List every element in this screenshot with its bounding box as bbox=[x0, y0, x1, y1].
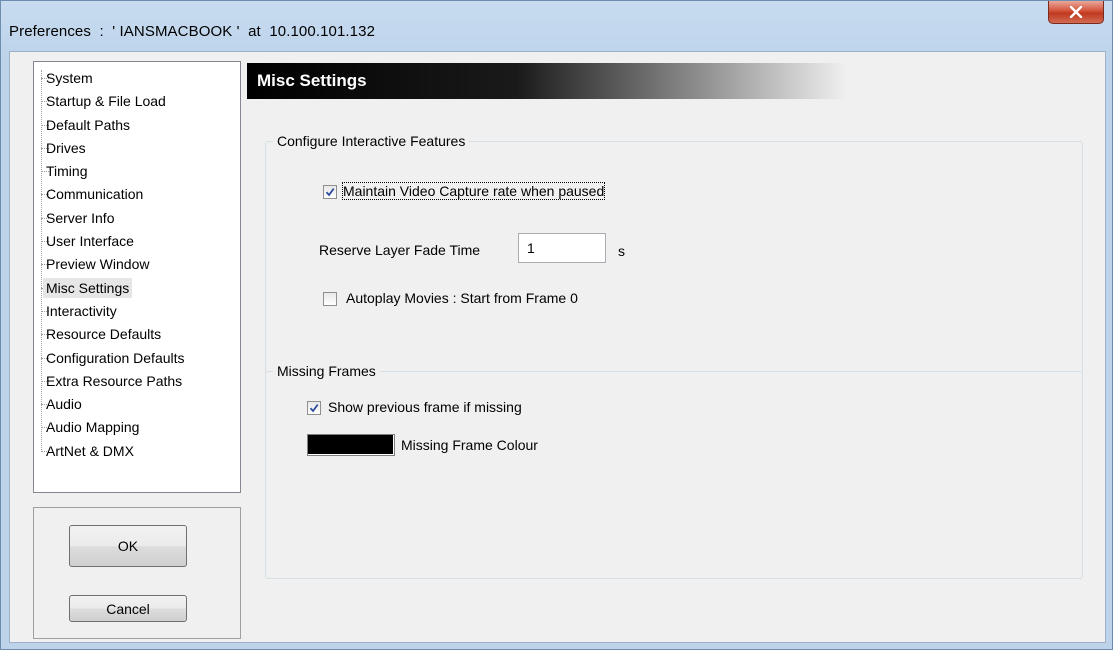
maintain-capture-label[interactable]: Maintain Video Capture rate when paused bbox=[341, 182, 606, 200]
ok-button[interactable]: OK bbox=[69, 525, 187, 567]
interactive-features-group-label: Configure Interactive Features bbox=[273, 133, 470, 149]
tree-item-label: User Interface bbox=[46, 233, 134, 250]
tree-item-communication[interactable]: Communication bbox=[34, 184, 143, 207]
tree-item-user-interface[interactable]: User Interface bbox=[34, 231, 134, 254]
tree-item-label: Drives bbox=[46, 139, 86, 156]
tree-item-server-info[interactable]: Server Info bbox=[34, 208, 114, 231]
fade-time-label: Reserve Layer Fade Time bbox=[319, 242, 481, 258]
tree-item-preview-window[interactable]: Preview Window bbox=[34, 254, 149, 277]
missing-frames-group-label: Missing Frames bbox=[273, 363, 380, 379]
missing-frame-colour-swatch[interactable] bbox=[307, 434, 395, 456]
title-bar[interactable]: Preferences : ' IANSMACBOOK ' at 10.100.… bbox=[1, 1, 1112, 49]
tree-item-misc-settings[interactable]: Misc Settings bbox=[34, 277, 133, 301]
tree-item-resource-defaults[interactable]: Resource Defaults bbox=[34, 324, 161, 347]
tree-item-label: Extra Resource Paths bbox=[46, 372, 183, 389]
autoplay-checkbox[interactable] bbox=[323, 292, 337, 306]
tree-item-label: Timing bbox=[46, 163, 88, 180]
autoplay-label[interactable]: Autoplay Movies : Start from Frame 0 bbox=[346, 290, 578, 306]
tree-item-label: System bbox=[46, 70, 93, 86]
cancel-button[interactable]: Cancel bbox=[69, 595, 187, 622]
tree-item-label: Resource Defaults bbox=[46, 326, 162, 343]
preferences-window: Preferences : ' IANSMACBOOK ' at 10.100.… bbox=[0, 0, 1113, 650]
preferences-tree[interactable]: System Startup & File Load Default Paths Dr… bbox=[33, 61, 241, 493]
show-previous-label[interactable]: Show previous frame if missing bbox=[328, 399, 522, 415]
tree-item-label: Default Paths bbox=[46, 116, 131, 133]
page-title: Misc Settings bbox=[247, 63, 847, 99]
tree-item-label: Audio Mapping bbox=[46, 419, 140, 436]
fade-time-input[interactable] bbox=[518, 233, 606, 263]
checkmark-icon bbox=[309, 404, 319, 413]
tree-item-default-paths[interactable]: Default Paths bbox=[34, 115, 130, 138]
tree-item-timing[interactable]: Timing bbox=[34, 161, 88, 184]
tree-item-system[interactable]: System bbox=[34, 68, 93, 91]
tree-item-audio[interactable]: Audio bbox=[34, 394, 82, 417]
tree-item-interactivity[interactable]: Interactivity bbox=[34, 301, 117, 324]
tree-item-label: Communication bbox=[46, 186, 144, 203]
tree-item-drives[interactable]: Drives bbox=[34, 138, 86, 161]
tree-item-audio-mapping[interactable]: Audio Mapping bbox=[34, 417, 139, 440]
tree-list: System Startup & File Load Default Paths Dr… bbox=[34, 68, 185, 464]
tree-item-label: Startup & File Load bbox=[46, 93, 166, 110]
tree-item-startup-file-load[interactable]: Startup & File Load bbox=[34, 91, 166, 114]
show-previous-checkbox[interactable] bbox=[307, 401, 321, 415]
window-title: Preferences : ' IANSMACBOOK ' at 10.100.… bbox=[9, 23, 376, 40]
tree-item-label: Audio bbox=[46, 396, 82, 413]
tree-item-label: Preview Window bbox=[46, 256, 150, 273]
tree-item-configuration-defaults[interactable]: Configuration Defaults bbox=[34, 348, 185, 371]
missing-frame-colour-label: Missing Frame Colour bbox=[401, 437, 538, 453]
tree-item-extra-resource-paths[interactable]: Extra Resource Paths bbox=[34, 371, 182, 394]
tree-item-label: Configuration Defaults bbox=[46, 349, 185, 366]
tree-item-label: Interactivity bbox=[46, 302, 117, 319]
maintain-capture-checkbox[interactable] bbox=[323, 185, 337, 199]
tree-item-label: Misc Settings bbox=[43, 277, 133, 298]
tree-item-label: ArtNet & DMX bbox=[46, 442, 134, 459]
fade-time-unit: s bbox=[618, 243, 625, 259]
close-icon bbox=[1069, 6, 1083, 18]
checkmark-icon bbox=[325, 188, 335, 197]
tree-item-label: Server Info bbox=[46, 209, 115, 226]
close-button[interactable] bbox=[1048, 1, 1104, 24]
tree-item-artnet-dmx[interactable]: ArtNet & DMX bbox=[34, 441, 134, 464]
